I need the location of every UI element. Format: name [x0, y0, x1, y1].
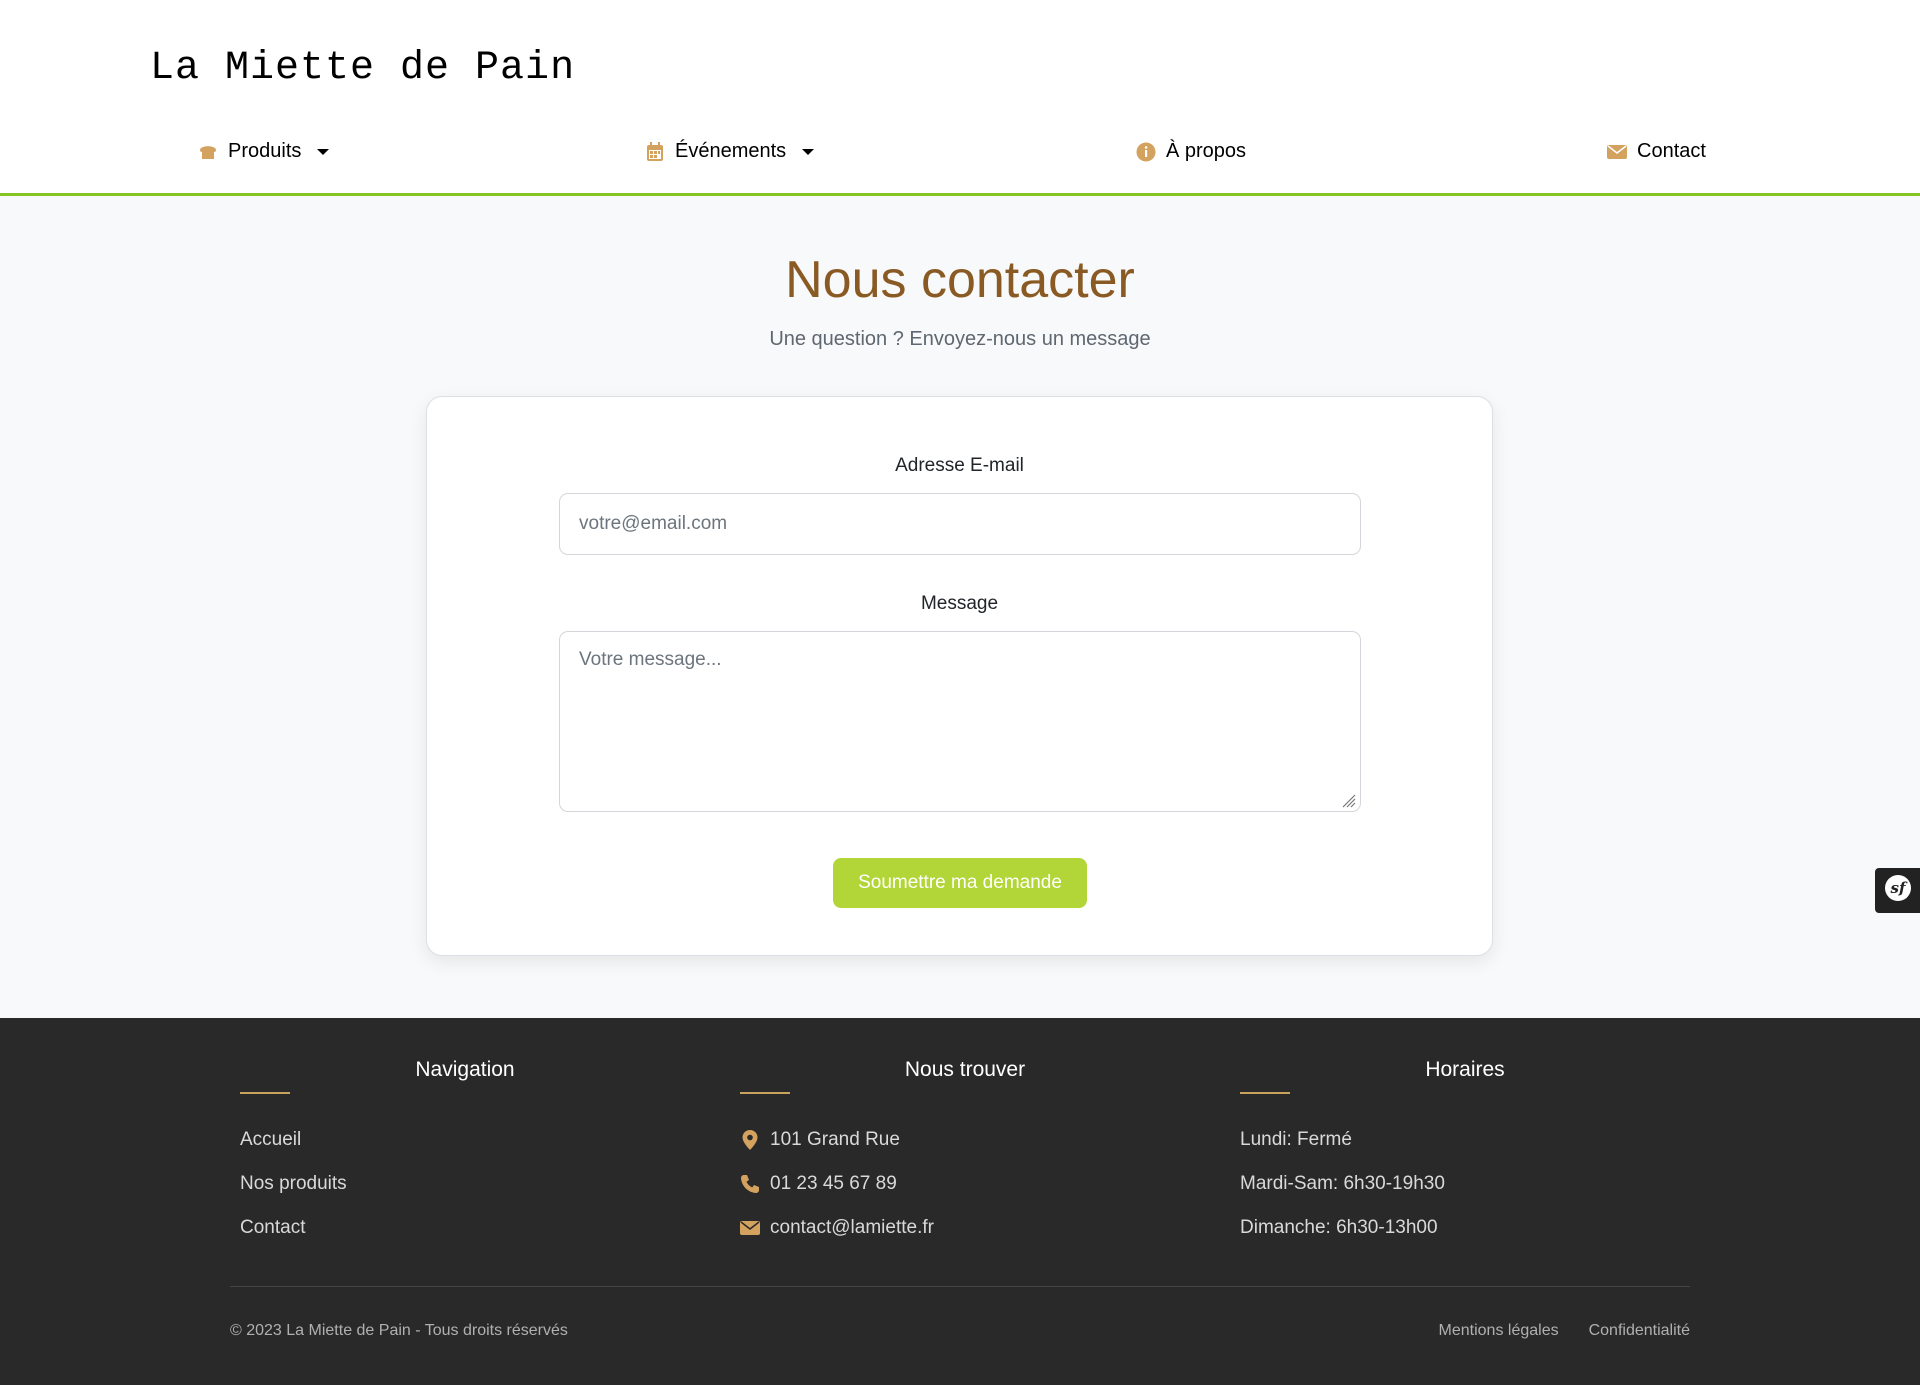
footer-link-contact[interactable]: Contact [240, 1206, 347, 1250]
legal-notice-link[interactable]: Mentions légales [1439, 1322, 1559, 1340]
footer-link-products[interactable]: Nos produits [240, 1162, 347, 1206]
site-footer: Navigation Accueil Nos produits Contact … [0, 1018, 1920, 1385]
contact-form-card: Adresse E-mail votre@email.com Message V… [426, 396, 1493, 956]
footer-divider-accent [1240, 1092, 1290, 1094]
footer-legal-links: Mentions légales Confidentialité [1439, 1322, 1690, 1340]
nav-contact-label: Contact [1637, 140, 1706, 162]
nav-about-label: À propos [1166, 140, 1247, 162]
submit-button[interactable]: Soumettre ma demande [833, 858, 1087, 908]
nav-products-label: Produits [228, 140, 302, 162]
footer-navigation-title: Navigation [415, 1058, 515, 1081]
phone-icon [740, 1174, 760, 1194]
copyright: © 2023 La Miette de Pain - Tous droits r… [230, 1322, 568, 1339]
envelope-icon [1607, 142, 1627, 162]
footer-hours-tue-sat: Mardi-Sam: 6h30-19h30 [1240, 1173, 1445, 1194]
nav-contact[interactable]: Contact [1607, 140, 1706, 163]
resize-handle-icon[interactable] [1340, 791, 1356, 808]
footer-hours-title: Horaires [1425, 1058, 1505, 1081]
message-textarea[interactable]: Votre message... [559, 631, 1361, 812]
message-placeholder: Votre message... [579, 649, 722, 670]
nav-about[interactable]: À propos [1136, 140, 1246, 163]
footer-hours-sunday: Dimanche: 6h30-13h00 [1240, 1217, 1438, 1238]
brand-logo[interactable]: La Miette de Pain [150, 46, 575, 91]
footer-divider-accent [240, 1092, 290, 1094]
envelope-icon [740, 1218, 760, 1238]
footer-find-us-title: Nous trouver [904, 1058, 1026, 1081]
message-label: Message [920, 593, 999, 614]
footer-phone[interactable]: 01 23 45 67 89 [740, 1162, 934, 1206]
symfony-toolbar-toggle[interactable]: sf [1875, 868, 1920, 913]
chevron-down-icon [317, 148, 330, 155]
page-subtitle: Une question ? Envoyez-nous un message [769, 328, 1151, 350]
nav-events-label: Événements [675, 140, 787, 162]
symfony-icon: sf [1884, 874, 1912, 907]
nav-events[interactable]: Événements [645, 140, 815, 163]
email-label: Adresse E-mail [895, 455, 1024, 476]
bread-icon [198, 142, 218, 162]
page-title: Nous contacter [785, 251, 1135, 309]
svg-text:sf: sf [1890, 879, 1907, 897]
email-input[interactable]: votre@email.com [559, 493, 1361, 555]
nav-products[interactable]: Produits [198, 140, 330, 163]
footer-email[interactable]: contact@lamiette.fr [740, 1206, 934, 1250]
chevron-down-icon [802, 148, 815, 155]
site-header: La Miette de Pain Produits Événements À … [0, 0, 1920, 196]
main-nav: Produits Événements À propos Contact [0, 140, 1920, 174]
footer-email-text: contact@lamiette.fr [770, 1217, 934, 1238]
footer-divider-accent [740, 1092, 790, 1094]
footer-hours-monday: Lundi: Fermé [1240, 1129, 1352, 1150]
privacy-link[interactable]: Confidentialité [1589, 1322, 1690, 1340]
calendar-icon [645, 141, 665, 162]
footer-address: 101 Grand Rue [740, 1118, 934, 1162]
footer-address-text: 101 Grand Rue [770, 1129, 900, 1150]
footer-divider [230, 1286, 1690, 1287]
footer-link-home[interactable]: Accueil [240, 1118, 347, 1162]
footer-phone-text: 01 23 45 67 89 [770, 1173, 897, 1194]
map-pin-icon [740, 1130, 760, 1150]
info-icon [1136, 142, 1156, 162]
